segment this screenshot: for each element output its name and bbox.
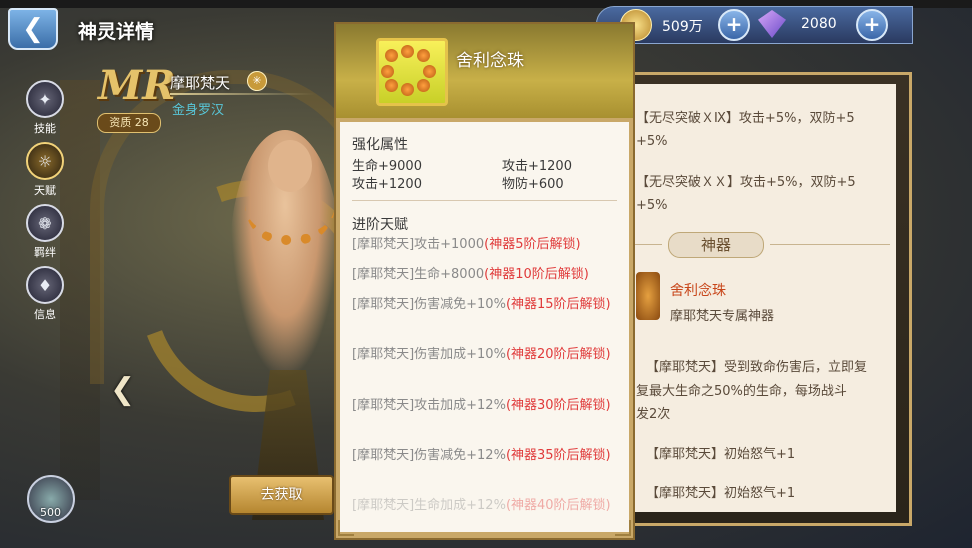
breakthrough-line: 【无尽突破ＸⅨ】攻击+5%，双防+5 bbox=[636, 111, 855, 126]
talent-lock: (神器30阶后解锁) bbox=[505, 398, 611, 413]
acquire-button[interactable]: 去获取 bbox=[229, 475, 334, 515]
side-item-label: 天赋 bbox=[34, 184, 56, 197]
bead bbox=[423, 65, 436, 78]
talent-row: [摩耶梵天]伤害减免+10%(神器15阶后解锁) bbox=[352, 294, 622, 316]
divider-left bbox=[632, 244, 662, 245]
talent-row: [摩耶梵天]伤害减免+12%(神器35阶后解锁) bbox=[352, 445, 622, 467]
bead bbox=[385, 79, 398, 92]
prayer-beads-icon bbox=[376, 38, 448, 106]
hero-head bbox=[268, 140, 312, 192]
side-item-skill[interactable]: ✦ 技能 bbox=[25, 80, 65, 138]
talent-text: [摩耶梵天]攻击+1000 bbox=[352, 237, 485, 252]
artifact-name: 舍利念珠 bbox=[670, 283, 726, 299]
add-diamond-button[interactable]: + bbox=[856, 9, 888, 41]
artifact-tooltip[interactable]: 舍利念珠 强化属性 生命+9000 攻击+1200 攻击+1200 物防+600… bbox=[334, 22, 635, 540]
back-arrow-icon: ❮ bbox=[22, 14, 44, 44]
breakthrough-line-cont: +5% bbox=[636, 134, 668, 149]
effect-text: 初始怒气+1 bbox=[724, 486, 796, 501]
side-item-label: 羁绊 bbox=[34, 246, 56, 259]
side-menu: ✦ 技能 ☼ 天赋 ❁ 羁绊 ♦ 信息 bbox=[25, 80, 65, 328]
artifact-effect-cont: 复最大生命之50%的生命，每场战斗 bbox=[636, 384, 847, 399]
effect-hero-tag: 【摩耶梵天】 bbox=[646, 447, 725, 462]
talent-text: [摩耶梵天]伤害减免+12% bbox=[352, 448, 506, 463]
talent-row: [摩耶梵天]攻击加成+12%(神器30阶后解锁) bbox=[352, 395, 622, 417]
artifact-effect: 【摩耶梵天】受到致命伤害后，立即复 bbox=[646, 357, 867, 378]
info-icon: ♦ bbox=[26, 266, 64, 304]
talent-lock: (神器40阶后解锁) bbox=[505, 498, 611, 513]
talent-row: [摩耶梵天]攻击+1000(神器5阶后解锁) bbox=[352, 234, 622, 256]
talent-text: [摩耶梵天]伤害加成+10% bbox=[352, 347, 506, 362]
bead bbox=[381, 65, 394, 78]
bead bbox=[417, 79, 430, 92]
tooltip-title: 舍利念珠 bbox=[456, 51, 524, 71]
bead bbox=[417, 49, 430, 62]
bead bbox=[401, 45, 414, 58]
frame-corner bbox=[615, 520, 631, 536]
artifact-effect: 【摩耶梵天】初始怒气+1 bbox=[646, 483, 795, 504]
side-item-bond[interactable]: ❁ 羁绊 bbox=[25, 204, 65, 262]
skill-icon: ✦ bbox=[26, 80, 64, 118]
hero-class-icon: ✳ bbox=[247, 71, 267, 91]
stat-phys-def: 物防+600 bbox=[502, 177, 564, 192]
side-item-label: 信息 bbox=[34, 308, 56, 321]
section-divider bbox=[352, 200, 617, 201]
talent-icon: ☼ bbox=[26, 142, 64, 180]
divider-right bbox=[770, 244, 890, 245]
breakthrough-line: 【无尽突破ＸＸ】攻击+5%，双防+5 bbox=[636, 175, 856, 190]
artifact-section-title: 神器 bbox=[668, 232, 764, 258]
bead bbox=[385, 49, 398, 62]
talent-text: [摩耶梵天]伤害减免+10% bbox=[352, 297, 506, 312]
hero-name: 摩耶梵天 bbox=[170, 74, 231, 92]
effect-hero-tag: 【摩耶梵天】 bbox=[646, 486, 725, 501]
page-title: 神灵详情 bbox=[78, 21, 155, 43]
rank-badge: MR bbox=[98, 62, 176, 109]
talent-row: [摩耶梵天]伤害加成+10%(神器20阶后解锁) bbox=[352, 344, 622, 366]
aptitude-badge: 资质 28 bbox=[97, 113, 161, 133]
talent-row: [摩耶梵天]生命+8000(神器10阶后解锁) bbox=[352, 264, 622, 286]
effect-hero-tag: 【摩耶梵天】 bbox=[646, 360, 725, 375]
add-gold-button[interactable]: + bbox=[718, 9, 750, 41]
effect-text: 初始怒气+1 bbox=[724, 447, 796, 462]
hero-name-underline bbox=[170, 93, 315, 95]
stat-attack: 攻击+1200 bbox=[352, 177, 422, 192]
prev-hero-arrow-icon[interactable]: ❮ bbox=[110, 372, 135, 407]
artifact-desc: 摩耶梵天专属神器 bbox=[670, 309, 775, 324]
side-item-info[interactable]: ♦ 信息 bbox=[25, 266, 65, 324]
enhance-section-label: 强化属性 bbox=[352, 137, 408, 153]
stat-attack: 攻击+1200 bbox=[502, 159, 572, 174]
effect-text: 受到致命伤害后，立即复 bbox=[724, 360, 868, 375]
talent-lock: (神器10阶后解锁) bbox=[484, 267, 589, 282]
advance-section-label: 进阶天赋 bbox=[352, 217, 408, 233]
artifact-icon[interactable] bbox=[636, 272, 660, 320]
bead bbox=[401, 83, 414, 96]
frame-corner bbox=[338, 520, 354, 536]
talent-lock: (神器15阶后解锁) bbox=[505, 297, 611, 312]
talent-text: [摩耶梵天]生命加成+12% bbox=[352, 498, 506, 513]
artifact-effect: 【摩耶梵天】初始怒气+1 bbox=[646, 444, 795, 465]
back-button[interactable]: ❮ bbox=[8, 8, 58, 50]
side-item-talent[interactable]: ☼ 天赋 bbox=[25, 142, 65, 200]
bond-icon: ❁ bbox=[26, 204, 64, 242]
talent-text: [摩耶梵天]攻击加成+12% bbox=[352, 398, 506, 413]
talent-lock: (神器5阶后解锁) bbox=[484, 237, 581, 252]
gem-count: 500 bbox=[40, 506, 61, 519]
breakthrough-line-cont: +5% bbox=[636, 198, 668, 213]
gold-amount: 509万 bbox=[662, 19, 703, 35]
talent-text: [摩耶梵天]生命+8000 bbox=[352, 267, 485, 282]
talent-lock: (神器35阶后解锁) bbox=[505, 448, 611, 463]
artifact-effect-cont: 发2次 bbox=[636, 407, 671, 422]
stat-hp: 生命+9000 bbox=[352, 159, 422, 174]
hero-subtitle: 金身罗汉 bbox=[172, 103, 225, 118]
talent-lock: (神器20阶后解锁) bbox=[505, 347, 611, 362]
diamond-amount: 2080 bbox=[801, 16, 837, 32]
side-item-label: 技能 bbox=[34, 122, 56, 135]
talent-row: [摩耶梵天]生命加成+12%(神器40阶后解锁) bbox=[352, 495, 622, 517]
tooltip-body: 强化属性 生命+9000 攻击+1200 攻击+1200 物防+600 进阶天赋… bbox=[340, 122, 629, 532]
